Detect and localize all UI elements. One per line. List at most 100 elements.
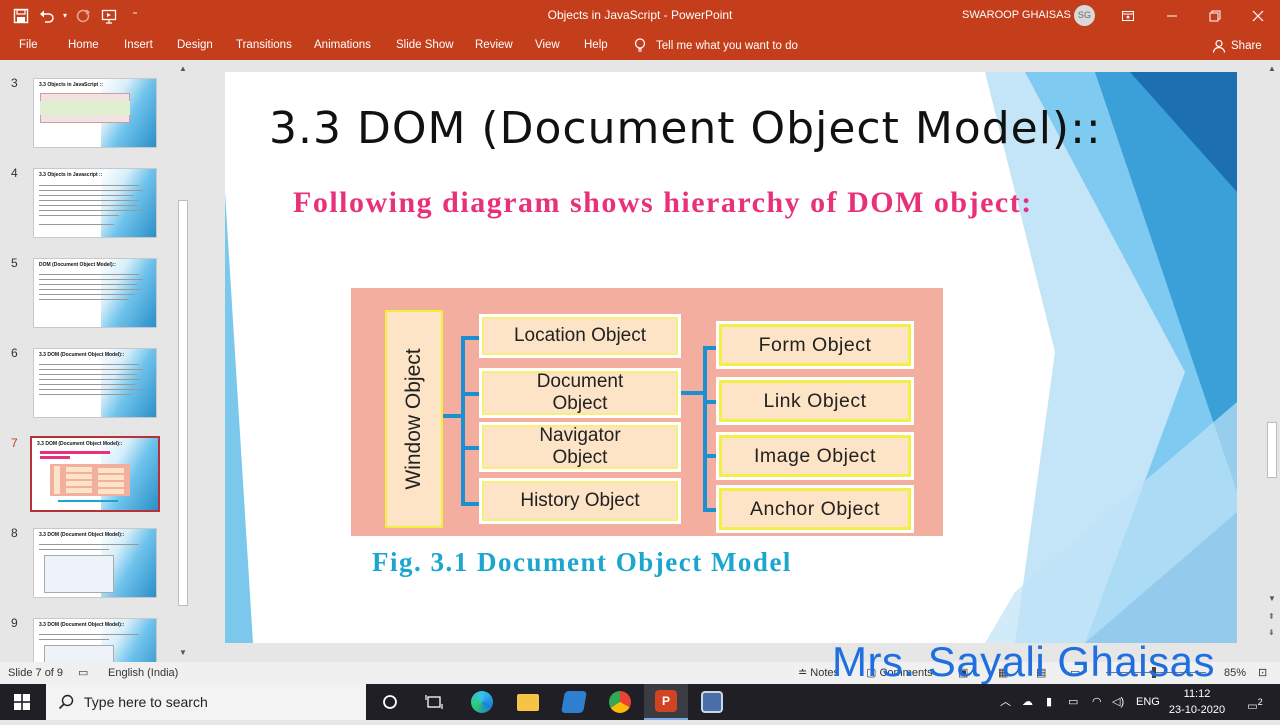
anchor-object-label: Anchor Object <box>749 497 881 520</box>
thumbnail-number: 7 <box>11 436 18 450</box>
tell-me-box[interactable]: Tell me what you want to do <box>634 31 798 60</box>
fit-to-window-icon[interactable]: ⊡ <box>1258 662 1267 684</box>
input-language[interactable]: ENG <box>1136 684 1160 720</box>
language-indicator[interactable]: English (India) <box>108 662 178 684</box>
anchor-object-box: Anchor Object <box>716 485 914 533</box>
navigator-object-label-2: Object <box>552 447 608 468</box>
thumbnail-scrollbar[interactable]: ▲ ▼ <box>176 60 190 662</box>
zoom-level[interactable]: 85% <box>1224 662 1246 684</box>
task-view-icon[interactable] <box>412 684 456 720</box>
tab-slide-show[interactable]: Slide Show <box>396 31 454 60</box>
scroll-down-icon[interactable]: ▼ <box>179 648 187 657</box>
link-object-label: Link Object <box>763 389 867 412</box>
previous-slide-icon[interactable]: ⇞ <box>1268 612 1275 621</box>
dom-hierarchy-diagram[interactable]: Window Object Location Object Document O… <box>351 288 943 536</box>
powerpoint-taskbar-icon[interactable]: P <box>644 684 688 720</box>
show-hidden-icons[interactable]: ︿ <box>1000 684 1011 720</box>
slide-thumbnail-selected[interactable]: 3.3 DOM (Document Object Model):: <box>30 436 160 512</box>
slide-thumbnail[interactable]: DOM (Document Object Model):: <box>33 258 157 328</box>
wifi-icon[interactable]: ◠ <box>1092 684 1102 720</box>
ribbon-display-options-button[interactable] <box>1108 0 1148 31</box>
undo-icon[interactable] <box>34 3 60 29</box>
search-placeholder: Type here to search <box>84 694 208 710</box>
tab-review[interactable]: Review <box>475 31 513 60</box>
ribbon-tabs: File Home Insert Design Transitions Anim… <box>0 31 1280 60</box>
tab-design[interactable]: Design <box>177 31 213 60</box>
windows-taskbar: Type here to search P ︿ ☁ ▮ ▭ ◠ ◁) ENG 1… <box>0 684 1280 720</box>
start-from-beginning-icon[interactable] <box>96 3 122 29</box>
spelling-check-icon[interactable]: ▭ <box>78 662 88 684</box>
figure-caption[interactable]: Fig. 3.1 Document Object Model <box>372 547 792 578</box>
tab-help[interactable]: Help <box>584 31 608 60</box>
tab-file[interactable]: File <box>19 31 38 60</box>
chrome-browser-icon[interactable] <box>598 684 642 720</box>
redo-icon[interactable] <box>70 3 96 29</box>
slide-thumbnail[interactable]: 3.3 DOM (Document Object Model):: <box>33 528 157 598</box>
scroll-up-icon[interactable]: ▲ <box>179 64 187 73</box>
slide-thumbnail[interactable]: 3.3 Objects in JavaScript :: <box>33 78 157 148</box>
minimize-button[interactable] <box>1152 0 1192 31</box>
tell-me-text: Tell me what you want to do <box>656 39 798 52</box>
ribbon-display-icon <box>1122 10 1134 21</box>
windows-logo-icon <box>14 694 30 710</box>
connector <box>443 414 461 418</box>
thumbnail-title: 3.3 Objects in Javascript :: <box>39 172 103 178</box>
avatar[interactable]: SG <box>1074 5 1095 26</box>
quick-access-toolbar: ▾ ⁼ <box>8 0 148 31</box>
thumbnail-title: 3.3 DOM (Document Object Model):: <box>37 441 123 447</box>
system-clock[interactable]: 11:12 23-10-2020 <box>1166 686 1228 718</box>
undo-dropdown-icon[interactable]: ▾ <box>60 3 70 29</box>
slide-canvas[interactable]: 3.3 DOM (Document Object Model):: Follow… <box>225 72 1237 643</box>
scroll-thumb[interactable] <box>178 200 188 606</box>
start-button[interactable] <box>0 684 44 720</box>
tab-insert[interactable]: Insert <box>124 31 153 60</box>
slide-subtitle[interactable]: Following diagram shows hierarchy of DOM… <box>293 182 1033 223</box>
thumbnail-number: 6 <box>11 346 18 360</box>
battery-icon[interactable]: ▭ <box>1068 684 1078 720</box>
onedrive-icon[interactable]: ☁ <box>1022 684 1033 720</box>
slide-thumbnail[interactable]: 3.3 DOM (Document Object Model):: <box>33 348 157 418</box>
slide-scrollbar[interactable]: ▲ ▼ ⇞ ⇟ <box>1264 60 1280 662</box>
document-object-label-2: Object <box>552 393 608 414</box>
scroll-up-icon[interactable]: ▲ <box>1268 64 1276 73</box>
slide-title[interactable]: 3.3 DOM (Document Object Model):: <box>269 103 1102 154</box>
restore-button[interactable] <box>1195 0 1235 31</box>
slide-thumbnail[interactable]: 3.3 Objects in Javascript :: <box>33 168 157 238</box>
tab-animations[interactable]: Animations <box>314 31 371 60</box>
close-button[interactable] <box>1238 0 1278 31</box>
tab-transitions[interactable]: Transitions <box>236 31 292 60</box>
next-slide-icon[interactable]: ⇟ <box>1268 628 1275 637</box>
volume-icon[interactable]: ◁) <box>1112 684 1124 720</box>
usb-icon[interactable]: ▮ <box>1046 684 1052 720</box>
user-name[interactable]: SWAROOP GHAISAS <box>962 0 1071 31</box>
thumbnail-title: 3.3 Objects in JavaScript :: <box>39 82 103 88</box>
action-center-button[interactable]: ▭2 <box>1240 684 1270 720</box>
share-button[interactable]: Share <box>1212 31 1262 60</box>
window-object-label: Window Object <box>402 348 425 490</box>
thumbnail-number: 8 <box>11 526 18 540</box>
notification-icon: ▭ <box>1247 700 1258 713</box>
thumbnail-number: 9 <box>11 616 18 630</box>
thumbnail-number: 5 <box>11 256 18 270</box>
calculator-app-icon[interactable] <box>690 684 734 720</box>
search-icon <box>58 694 74 710</box>
tab-home[interactable]: Home <box>68 31 99 60</box>
person-icon <box>1212 39 1226 53</box>
minimize-icon <box>1167 15 1177 16</box>
tab-view[interactable]: View <box>535 31 560 60</box>
edge-browser-icon[interactable] <box>460 684 504 720</box>
navigator-object-box: Navigator Object <box>479 422 681 472</box>
scroll-down-icon[interactable]: ▼ <box>1268 594 1276 603</box>
file-explorer-icon[interactable] <box>506 684 550 720</box>
save-icon[interactable] <box>8 3 34 29</box>
connector <box>461 336 479 340</box>
scroll-thumb[interactable] <box>1267 422 1277 478</box>
app-icon[interactable] <box>552 684 596 720</box>
slide-thumbnail[interactable]: 3.3 DOM (Document Object Model):: <box>33 618 157 662</box>
thumbnail-number: 3 <box>11 76 18 90</box>
form-object-box: Form Object <box>716 321 914 369</box>
notification-count: 2 <box>1257 697 1263 707</box>
cortana-icon[interactable] <box>368 684 412 720</box>
taskbar-search-box[interactable]: Type here to search <box>46 684 366 720</box>
customize-toolbar-icon[interactable]: ⁼ <box>122 3 148 29</box>
